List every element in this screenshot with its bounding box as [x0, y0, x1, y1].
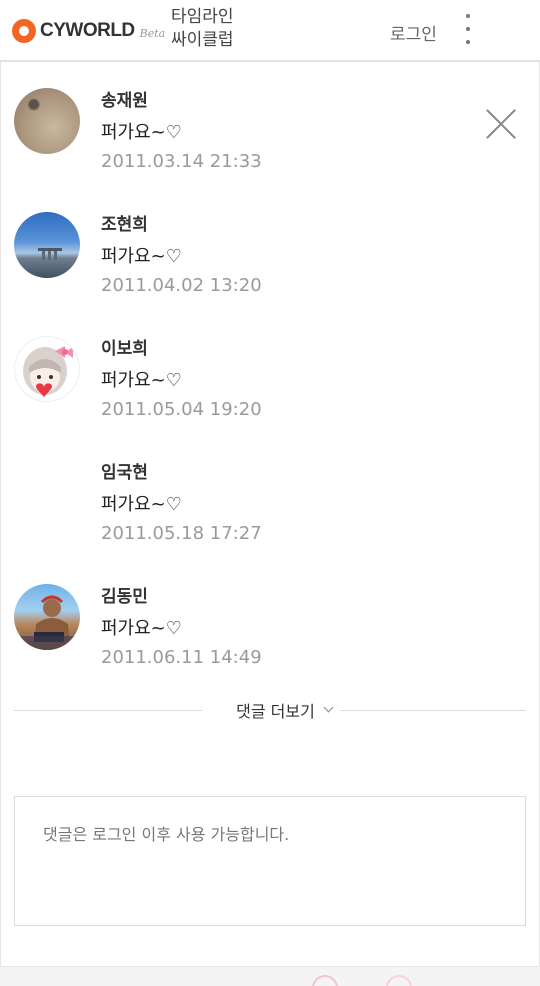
footer-strip — [0, 966, 540, 986]
divider — [14, 710, 202, 711]
decorative-circle — [312, 975, 338, 986]
comment-text: 퍼가요~♡ — [101, 618, 182, 639]
avatar[interactable] — [14, 336, 80, 402]
more-comments-row: 댓글 더보기 — [14, 698, 526, 722]
nav-links: 타임라인 싸이클럽 — [171, 6, 234, 52]
comment-text: 퍼가요~♡ — [101, 246, 182, 267]
comment-item: 임국현 퍼가요~♡ 2011.05.18 17:27 — [0, 458, 540, 568]
comment-text: 퍼가요~♡ — [101, 122, 182, 143]
comment-item: 김동민 퍼가요~♡ 2011.06.11 14:49 — [0, 582, 540, 692]
avatar-cartoon-girl-image — [23, 346, 73, 397]
logo-text: CYWORLD — [40, 20, 135, 41]
comment-item: 조현희 퍼가요~♡ 2011.04.02 13:20 — [0, 210, 540, 320]
avatar-skyline-image — [38, 248, 62, 260]
avatar[interactable] — [14, 584, 80, 650]
chevron-down-icon — [323, 702, 334, 713]
avatar-person-image — [14, 595, 80, 650]
comment-author[interactable]: 송재원 — [101, 86, 148, 111]
comment-date: 2011.04.02 13:20 — [101, 275, 262, 296]
comment-input[interactable]: 댓글은 로그인 이후 사용 가능합니다. — [14, 796, 526, 926]
comment-text: 퍼가요~♡ — [101, 370, 182, 391]
nav-cyclub-link[interactable]: 싸이클럽 — [171, 29, 234, 52]
decorative-circle — [386, 975, 412, 986]
more-menu-icon[interactable] — [460, 14, 476, 44]
avatar[interactable] — [14, 88, 80, 154]
divider — [340, 710, 526, 711]
comment-input-placeholder: 댓글은 로그인 이후 사용 가능합니다. — [43, 825, 290, 844]
comment-item: 송재원 퍼가요~♡ 2011.03.14 21:33 — [0, 86, 540, 196]
avatar[interactable] — [14, 212, 80, 278]
comment-author[interactable]: 임국현 — [101, 458, 148, 483]
comment-date: 2011.06.11 14:49 — [101, 647, 262, 668]
comment-item: 이보희 퍼가요~♡ 2011.05.04 19:20 — [0, 334, 540, 444]
more-comments-label: 댓글 더보기 — [236, 702, 315, 721]
logo-beta-badge: Beta — [139, 26, 166, 40]
cyworld-logo-icon — [12, 19, 36, 43]
more-comments-button[interactable]: 댓글 더보기 — [216, 698, 352, 722]
comment-date: 2011.05.18 17:27 — [101, 523, 262, 544]
comment-author[interactable]: 조현희 — [101, 210, 148, 235]
cyworld-logo[interactable]: CYWORLD Beta — [12, 18, 165, 44]
comment-date: 2011.03.14 21:33 — [101, 151, 262, 172]
top-header: CYWORLD Beta 타임라인 싸이클럽 로그인 — [0, 0, 540, 62]
comment-author[interactable]: 김동민 — [101, 582, 148, 607]
login-button[interactable]: 로그인 — [390, 20, 437, 45]
nav-timeline-link[interactable]: 타임라인 — [171, 6, 234, 29]
comment-text: 퍼가요~♡ — [101, 494, 182, 515]
comment-date: 2011.05.04 19:20 — [101, 399, 262, 420]
comment-author[interactable]: 이보희 — [101, 334, 148, 359]
